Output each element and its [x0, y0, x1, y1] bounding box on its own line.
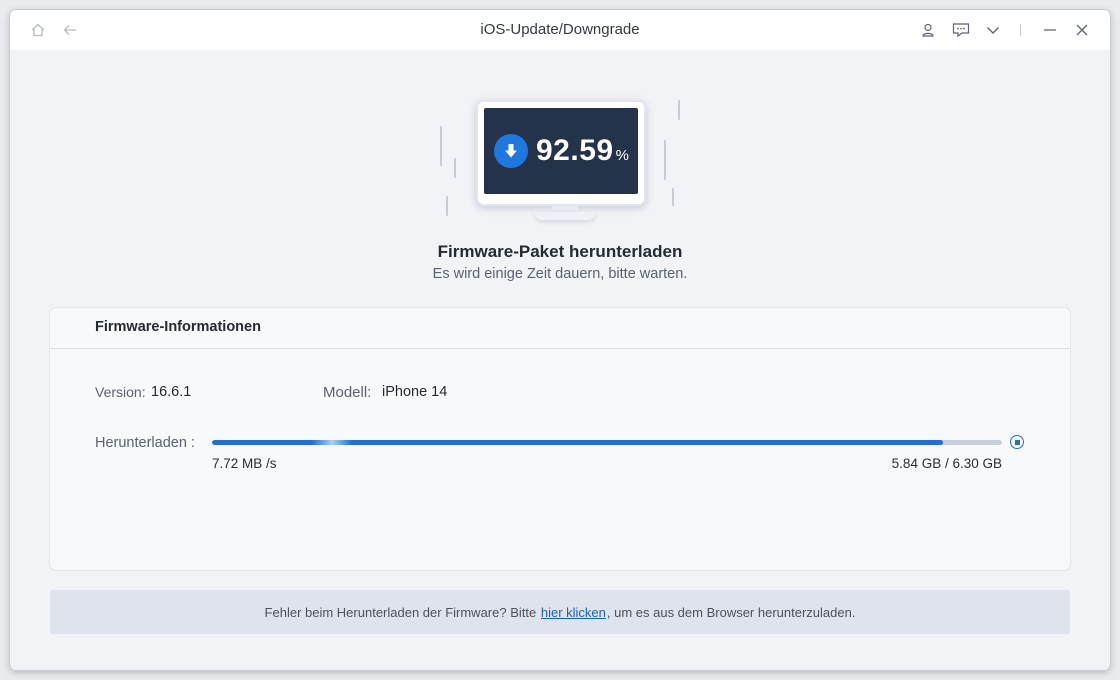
percent-value: 92.59	[536, 134, 614, 167]
app-window: iOS-Update/Downgrade 92.59 % Firmware-Pa…	[10, 10, 1110, 670]
model-value: iPhone 14	[382, 384, 448, 400]
version-value: 16.6.1	[151, 384, 192, 400]
user-icon[interactable]	[920, 22, 936, 38]
decoration-line	[664, 140, 666, 180]
percent-sign: %	[615, 147, 630, 164]
card-header: Firmware-Informationen	[50, 308, 1070, 349]
monitor-stand-base	[534, 212, 596, 220]
card-title: Firmware-Informationen	[95, 319, 261, 335]
title-bar-divider	[1020, 24, 1021, 36]
error-notice-bar: Fehler beim Herunterladen der Firmware? …	[50, 590, 1070, 634]
decoration-line	[672, 188, 674, 206]
download-arrow-icon	[494, 134, 528, 168]
monitor: 92.59%	[476, 100, 646, 206]
window-title: iOS-Update/Downgrade	[480, 21, 640, 38]
download-progress-bar	[212, 440, 1002, 445]
progress-shine	[312, 440, 352, 445]
download-speed: 7.72 MB /s	[212, 456, 277, 471]
download-heading: Firmware-Paket herunterladen	[437, 242, 683, 261]
notice-text-suffix: , um es aus dem Browser herunterzuladen.	[606, 604, 856, 620]
stop-download-button[interactable]	[1010, 435, 1024, 449]
download-percentage: 92.59%	[536, 134, 629, 168]
model-label: Modell:	[323, 384, 372, 401]
minimize-icon[interactable]	[1042, 22, 1058, 38]
title-bar: iOS-Update/Downgrade	[10, 10, 1110, 50]
notice-text-prefix: Fehler beim Herunterladen der Firmware? …	[264, 604, 537, 620]
stop-icon	[1014, 439, 1020, 445]
monitor-screen: 92.59%	[484, 108, 638, 194]
decoration-line	[440, 126, 442, 166]
browser-download-link[interactable]: hier klicken	[541, 605, 606, 620]
decoration-line	[454, 158, 456, 178]
download-monitor-graphic: 92.59%	[430, 96, 700, 236]
chevron-down-icon[interactable]	[985, 22, 1001, 38]
download-subheading: Es wird einige Zeit dauern, bitte warten…	[432, 266, 688, 282]
decoration-line	[446, 196, 448, 216]
firmware-info-card: Firmware-Informationen Version: 16.6.1 M…	[50, 308, 1070, 570]
close-icon[interactable]	[1074, 22, 1090, 38]
download-label: Herunterladen :	[95, 435, 195, 451]
version-label: Version:	[95, 384, 146, 400]
download-size: 5.84 GB / 6.30 GB	[891, 456, 1002, 471]
feedback-icon[interactable]	[952, 22, 970, 38]
decoration-line	[678, 100, 680, 120]
